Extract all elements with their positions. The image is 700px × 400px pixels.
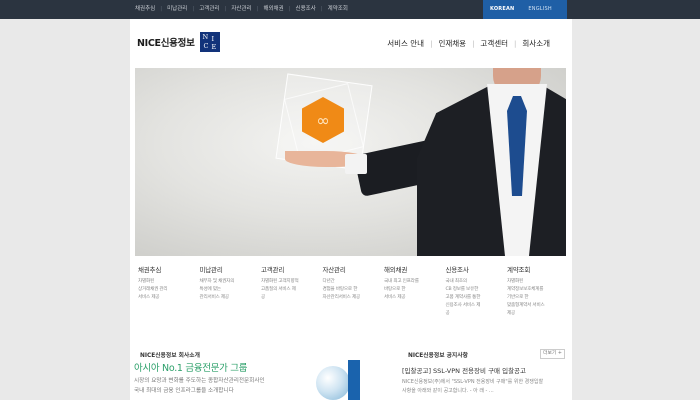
lang-korean[interactable]: KOREAN	[483, 0, 521, 19]
notice-section-title: NICE신용정보 공지사항	[408, 353, 468, 359]
top-nav-item-contract[interactable]: 계약조회	[323, 0, 353, 19]
service-item-credit[interactable]: 신용조사 국내 최초의 CB 정보를 보유한 고품 계약사를 통한 신용조사 서비스 …	[443, 264, 505, 324]
service-item-unpaid[interactable]: 미납관리 채무자 및 채권자의 특성에 맞는 관리서비스 제공	[197, 264, 259, 324]
top-nav-item-unpaid[interactable]: 미납관리	[162, 0, 192, 19]
top-nav-item-credit[interactable]: 신용조사	[291, 0, 321, 19]
notice-more-button[interactable]: 더보기 +	[540, 349, 565, 359]
about-description: 시장의 요망과 변화를 주도하는 종합자산관리전문회사인 국내 최대의 금융 인프…	[134, 378, 265, 394]
main-nav-about[interactable]: 회사소개	[516, 38, 556, 49]
globe-graphic	[306, 360, 368, 400]
top-nav-item-asset[interactable]: 자산관리	[226, 0, 256, 19]
language-switcher: KOREAN ENGLISH	[483, 0, 567, 19]
top-nav-item-customer[interactable]: 고객관리	[194, 0, 224, 19]
top-bar: 채권추심 | 미납관리 | 고객관리 | 자산관리 | 해외채권 | 신용조사 | 계약조회…	[0, 0, 700, 19]
main-nav: 서비스 안내 | 인재채용 | 고객센터 | 회사소개	[381, 38, 556, 49]
service-item-debt-collection[interactable]: 채권추심 차별화된 상거래채권 관리 서비스 제공	[135, 264, 197, 324]
service-item-overseas[interactable]: 해외채권 국내 최고 인프라를 바탕으로 한 서비스 제공	[381, 264, 443, 324]
logo-text: NICE신용정보	[137, 38, 195, 49]
notice-item-title[interactable]: [입찰공고] SSL-VPN 전용장비 구매 입찰공고	[402, 365, 526, 375]
main-nav-recruit[interactable]: 인재채용	[432, 38, 472, 49]
top-nav-item-debt-collection[interactable]: 채권추심	[130, 0, 160, 19]
service-list: 채권추심 차별화된 상거래채권 관리 서비스 제공 미납관리 채무자 및 채권자의 특…	[135, 264, 566, 324]
service-item-customer[interactable]: 고객관리 차별화된 고객지향적 고품질의 서비스 제공	[258, 264, 320, 324]
about-headline: 아시아 No.1 금융전문가 그룹	[134, 363, 248, 374]
main-nav-support[interactable]: 고객센터	[474, 38, 514, 49]
nice-logo-icon: N I C E	[199, 32, 220, 52]
lang-english[interactable]: ENGLISH	[521, 0, 558, 19]
service-item-asset[interactable]: 자산관리 다년간 경험을 바탕으로 한 자산관리서비스 제공	[320, 264, 382, 324]
top-nav-item-overseas[interactable]: 해외채권	[258, 0, 288, 19]
page-content: NICE신용정보 N I C E 서비스 안내 | 인재채용 | 고객센터 | 회사소…	[130, 19, 572, 400]
hero-banner: ∞	[135, 68, 566, 256]
logo[interactable]: NICE신용정보 N I C E	[137, 31, 220, 53]
about-section-title: NICE신용정보 회사소개	[140, 353, 200, 359]
service-item-contract[interactable]: 계약조회 차별화된 계약정보보호체계를 기반으로 한 맞춤형계약서 서비스 제공	[504, 264, 566, 324]
notice-item-summary: NICE신용정보(주)에서 "SSL-VPN 전용장비 구매"를 위한 경쟁입찰…	[402, 379, 544, 394]
top-nav: 채권추심 | 미납관리 | 고객관리 | 자산관리 | 해외채권 | 신용조사 | 계약조회	[130, 0, 353, 19]
main-nav-service[interactable]: 서비스 안내	[381, 38, 430, 49]
